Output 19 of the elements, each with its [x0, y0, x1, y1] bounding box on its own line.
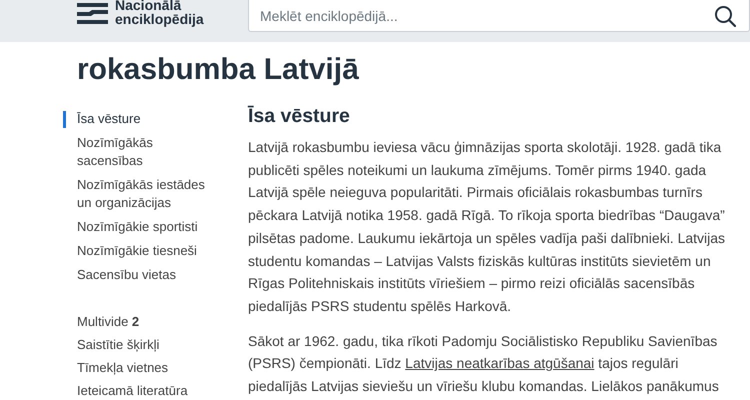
toc-link[interactable]: Nozīmīgākie tiesneši — [77, 242, 217, 260]
paragraph: Sākot ar 1962. gadu, tika rīkoti Padomju Sociālistisko Republiku Savienības (PSRS) čempionāti. Līdz Latvijas neatkarības atgūšanai tajos regulāri piedalījās Latvijas sieviešu un vīriešu klubu komandas. Lielākos panākumus — [248, 332, 720, 396]
sidebar-link[interactable]: Multivide 2 — [77, 313, 217, 331]
toc-link[interactable]: Nozīmīgākie sportisti — [77, 218, 217, 236]
toc-link[interactable]: Sacensību vietas — [77, 266, 217, 284]
section-heading: Īsa vēsture — [248, 104, 351, 128]
link[interactable]: Latvijas neatkarības atgūšanai — [405, 355, 594, 372]
sidebar-link[interactable]: Saistītie šķirkļi — [77, 336, 217, 354]
page-title: rokasbumba Latvijā — [77, 52, 360, 88]
paragraph: Latvijā rokasbumbu ieviesa vācu ģimnāzijas sporta skolotāji. 1928. gadā tika publicēti spēles noteikumi un laukuma zīmējums. Tomēr pirms 1940. gada Latvijā spēle neieguva popularitāti. Pirmais oficiālais rokasbumbas turnīrs pēckara Latvijā notika 1958. gadā Rīgā. To rīkoja sporta biedrības “Daugava” pilsētas padome. Laukumu iekārtoja un spēles vadīja paši dalībnieki. Latvijas studentu komandas – Latvijas Valsts fiziskās kultūras institūts sievietēm un Rīgas Politehniskais institūts vīriešiem – pirmo reizi oficiālās sacensībās piedalījās PSRS studentu spēlēs Harkovā. — [248, 138, 726, 316]
search-field[interactable]: Meklēt enciklopēdijā... — [248, 0, 750, 32]
toc-link[interactable]: Nozīmīgākās iestādes un organizācijas — [77, 176, 217, 212]
logo-icon — [77, 3, 108, 25]
toc-link[interactable]: Īsa vēsture — [77, 110, 217, 128]
sidebar-link[interactable]: Tīmekļa vietnes — [77, 359, 217, 377]
search-icon[interactable] — [714, 5, 736, 27]
sidebar-link[interactable]: Ieteicamā literatūra — [77, 382, 217, 400]
toc-link[interactable]: Nozīmīgākās sacensības — [77, 134, 217, 170]
logo-text[interactable]: Nacionālā enciklopēdija — [115, 0, 204, 26]
